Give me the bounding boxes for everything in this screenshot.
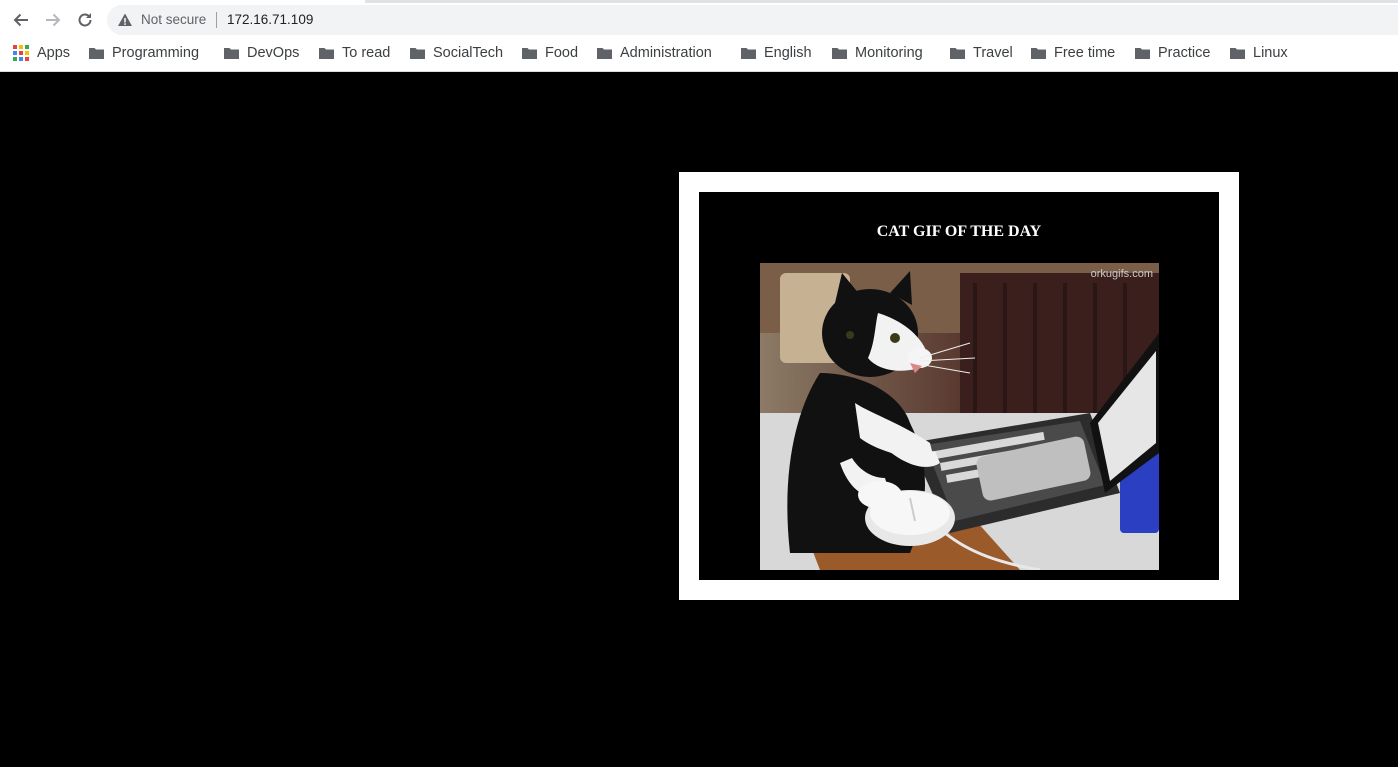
bookmark-folder-linux[interactable]: Linux bbox=[1230, 37, 1288, 69]
folder-icon bbox=[950, 48, 965, 59]
bookmark-folder-english[interactable]: English bbox=[741, 37, 812, 69]
folder-icon bbox=[597, 48, 612, 59]
bookmark-apps[interactable]: Apps bbox=[13, 37, 70, 69]
reload-button[interactable] bbox=[73, 8, 97, 32]
bookmark-folder-travel[interactable]: Travel bbox=[950, 37, 1013, 69]
bookmark-label: Apps bbox=[37, 45, 71, 61]
bookmarks-bar: Apps Programming DevOps To read SocialTe… bbox=[0, 37, 1398, 72]
bookmark-folder-monitoring[interactable]: Monitoring bbox=[832, 37, 923, 69]
url-text[interactable]: 172.16.71.109 bbox=[227, 12, 313, 27]
browser-toolbar: Not secure 172.16.71.109 bbox=[0, 3, 1398, 37]
back-arrow-icon bbox=[13, 13, 28, 27]
address-bar[interactable]: Not secure 172.16.71.109 bbox=[107, 5, 1398, 35]
bookmark-folder-food[interactable]: Food bbox=[522, 37, 578, 69]
bookmark-label: DevOps bbox=[247, 45, 300, 61]
bookmark-label: SocialTech bbox=[433, 45, 504, 61]
folder-icon bbox=[1135, 48, 1150, 59]
bookmark-label: English bbox=[764, 45, 812, 61]
divider bbox=[216, 12, 217, 28]
cat-gif-image: orkugifs.com bbox=[760, 263, 1159, 570]
bookmark-folder-devops[interactable]: DevOps bbox=[224, 37, 299, 69]
bookmark-folder-programming[interactable]: Programming bbox=[89, 37, 199, 69]
folder-icon bbox=[832, 48, 847, 59]
reload-icon bbox=[78, 13, 92, 27]
bookmark-folder-administration[interactable]: Administration bbox=[597, 37, 712, 69]
bookmark-folder-socialtech[interactable]: SocialTech bbox=[410, 37, 503, 69]
cat-card: CAT GIF OF THE DAY orkugifs.com bbox=[679, 172, 1239, 600]
bookmark-label: Programming bbox=[112, 45, 200, 61]
bookmark-label: Food bbox=[545, 45, 579, 61]
bookmark-label: Travel bbox=[973, 45, 1013, 61]
folder-icon bbox=[1031, 48, 1046, 59]
apps-grid-icon bbox=[13, 45, 29, 61]
bookmark-folder-practice[interactable]: Practice bbox=[1135, 37, 1210, 69]
folder-icon bbox=[410, 48, 425, 59]
folder-icon bbox=[741, 48, 756, 59]
folder-icon bbox=[319, 48, 334, 59]
bookmark-label: Administration bbox=[620, 45, 712, 61]
folder-icon bbox=[1230, 48, 1245, 59]
bookmark-label: Practice bbox=[1158, 45, 1211, 61]
bookmark-label: Linux bbox=[1253, 45, 1288, 61]
forward-button[interactable] bbox=[41, 8, 65, 32]
bookmark-folder-to-read[interactable]: To read bbox=[319, 37, 390, 69]
forward-arrow-icon bbox=[46, 13, 61, 27]
folder-icon bbox=[522, 48, 537, 59]
bookmark-label: Free time bbox=[1054, 45, 1116, 61]
folder-icon bbox=[89, 48, 104, 59]
warning-icon[interactable] bbox=[117, 12, 133, 28]
bookmark-folder-free-time[interactable]: Free time bbox=[1031, 37, 1115, 69]
back-button[interactable] bbox=[9, 8, 33, 32]
cat-card-inner: CAT GIF OF THE DAY orkugifs.com bbox=[699, 192, 1219, 580]
cat-gif-illustration bbox=[760, 263, 1159, 570]
folder-icon bbox=[224, 48, 239, 59]
security-status[interactable]: Not secure bbox=[141, 12, 206, 27]
page-title: CAT GIF OF THE DAY bbox=[876, 223, 1042, 240]
bookmark-label: Monitoring bbox=[855, 45, 923, 61]
image-watermark: orkugifs.com bbox=[1090, 268, 1153, 280]
bookmark-label: To read bbox=[342, 45, 391, 61]
